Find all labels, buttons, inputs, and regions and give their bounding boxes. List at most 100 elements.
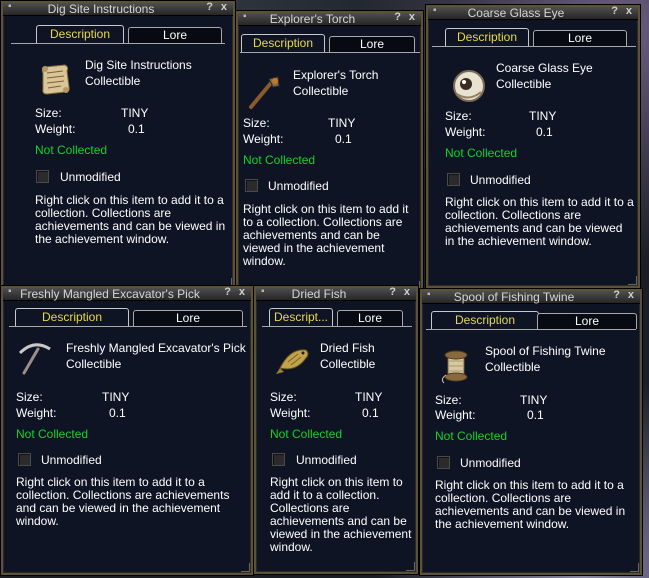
close-button[interactable]: x [239, 286, 245, 298]
tab-lore[interactable]: Lore [133, 310, 243, 326]
weight-value: 0.1 [109, 406, 126, 420]
weight-label: Weight: [270, 406, 311, 420]
pickaxe-icon [16, 339, 52, 375]
unmodified-label: Unmodified [470, 173, 531, 187]
tab-description[interactable]: Description [36, 25, 124, 43]
size-label: Size: [243, 116, 270, 130]
close-button[interactable]: x [409, 11, 415, 23]
unmodified-label: Unmodified [296, 453, 357, 467]
unmodified-checkbox[interactable] [18, 453, 31, 466]
spool-icon [438, 349, 474, 385]
weight-label: Weight: [35, 122, 76, 136]
item-type: Collectible [320, 357, 376, 371]
item-name: Coarse Glass Eye [496, 61, 593, 75]
window-titlebar[interactable]: ▪ Dig Site Instructions ? x [3, 1, 233, 16]
window-title: Explorer's Torch [269, 12, 356, 26]
collection-status: Not Collected [243, 153, 316, 167]
weight-value: 0.1 [536, 125, 553, 139]
item-window-coarse-glass-eye[interactable]: ▪ Coarse Glass Eye ? x Description Lore … [425, 4, 641, 289]
weight-label: Weight: [435, 408, 476, 422]
tab-description[interactable]: Descript... [269, 308, 333, 326]
resize-handle[interactable] [241, 563, 250, 572]
window-titlebar[interactable]: ▪ Dried Fish ? x [256, 286, 416, 301]
unmodified-label: Unmodified [268, 179, 329, 193]
item-window-dig-site-instructions[interactable]: ▪ Dig Site Instructions ? x Description … [0, 0, 236, 291]
tab-lore[interactable]: Lore [533, 30, 627, 46]
unmodified-checkbox[interactable] [437, 456, 450, 469]
item-type: Collectible [293, 84, 349, 98]
tab-divider [11, 43, 225, 44]
help-button[interactable]: ? [613, 289, 620, 301]
collection-status: Not Collected [35, 143, 108, 157]
item-name: Explorer's Torch [293, 68, 379, 82]
unmodified-checkbox[interactable] [245, 179, 258, 192]
scroll-icon [37, 61, 73, 97]
item-description: Right click on this item to add it to a … [435, 478, 626, 531]
fish-icon [276, 342, 312, 378]
size-label: Size: [435, 393, 462, 407]
size-value: TINY [520, 393, 548, 407]
size-label: Size: [270, 390, 297, 404]
tab-divider [240, 52, 420, 53]
resize-handle[interactable] [406, 562, 415, 571]
tab-lore[interactable]: Lore [329, 36, 415, 52]
help-button[interactable]: ? [394, 11, 401, 23]
tab-divider [262, 326, 412, 327]
close-button[interactable]: x [626, 5, 632, 17]
unmodified-label: Unmodified [41, 453, 102, 467]
item-window-dried-fish[interactable]: ▪ Dried Fish ? x Descript... Lore Dried … [253, 285, 419, 575]
window-titlebar[interactable]: ▪ Spool of Fishing Twine ? x [422, 289, 640, 304]
item-type: Collectible [66, 357, 122, 371]
weight-label: Weight: [445, 125, 486, 139]
tab-lore[interactable]: Lore [537, 313, 637, 329]
item-description: Right click on this item to add it to a … [243, 202, 409, 268]
resize-handle[interactable] [628, 276, 637, 285]
unmodified-checkbox[interactable] [447, 173, 460, 186]
close-button[interactable]: x [221, 1, 227, 13]
weight-label: Weight: [16, 406, 57, 420]
tab-description[interactable]: Description [241, 34, 325, 52]
window-title: Freshly Mangled Excavator's Pick [20, 287, 200, 301]
help-button[interactable]: ? [389, 286, 396, 298]
size-label: Size: [16, 390, 43, 404]
help-button[interactable]: ? [224, 286, 231, 298]
close-button[interactable]: x [404, 286, 410, 298]
collection-status: Not Collected [435, 429, 508, 443]
tab-description[interactable]: Description [445, 28, 529, 46]
tab-divider [9, 326, 247, 327]
tab-lore[interactable]: Lore [337, 310, 403, 326]
item-description: Right click on this item to add it to a … [270, 475, 412, 554]
collection-status: Not Collected [445, 146, 518, 160]
weight-value: 0.1 [335, 132, 352, 146]
item-window-spool-of-fishing-twine[interactable]: ▪ Spool of Fishing Twine ? x Description… [419, 288, 643, 576]
close-button[interactable]: x [628, 289, 634, 301]
tab-description[interactable]: Description [431, 311, 539, 329]
item-type: Collectible [496, 77, 552, 91]
weight-value: 0.1 [128, 122, 145, 136]
size-value: TINY [529, 109, 557, 123]
window-title: Dried Fish [291, 287, 347, 301]
window-titlebar[interactable]: ▪ Coarse Glass Eye ? x [428, 5, 638, 20]
window-titlebar[interactable]: ▪ Freshly Mangled Excavator's Pick ? x [3, 286, 251, 301]
tab-divider [426, 329, 636, 330]
item-window-excavators-pick[interactable]: ▪ Freshly Mangled Excavator's Pick ? x D… [0, 285, 254, 576]
size-label: Size: [35, 106, 62, 120]
size-value: TINY [121, 106, 149, 120]
weight-value: 0.1 [362, 406, 379, 420]
unmodified-checkbox[interactable] [272, 453, 285, 466]
unmodified-checkbox[interactable] [36, 170, 49, 183]
collection-status: Not Collected [270, 427, 343, 441]
tab-lore[interactable]: Lore [128, 27, 222, 43]
help-button[interactable]: ? [611, 5, 618, 17]
item-type: Collectible [85, 74, 141, 88]
unmodified-label: Unmodified [60, 170, 121, 184]
help-button[interactable]: ? [206, 1, 213, 13]
resize-handle[interactable] [630, 563, 639, 572]
tab-description[interactable]: Description [15, 308, 129, 326]
window-title: Coarse Glass Eye [467, 6, 565, 20]
item-window-explorers-torch[interactable]: ▪ Explorer's Torch ? x Description Lore … [235, 10, 424, 294]
window-titlebar[interactable]: ▪ Explorer's Torch ? x [238, 11, 421, 26]
tab-divider [432, 46, 636, 47]
weight-value: 0.1 [527, 408, 544, 422]
item-name: Freshly Mangled Excavator's Pick [66, 341, 246, 355]
